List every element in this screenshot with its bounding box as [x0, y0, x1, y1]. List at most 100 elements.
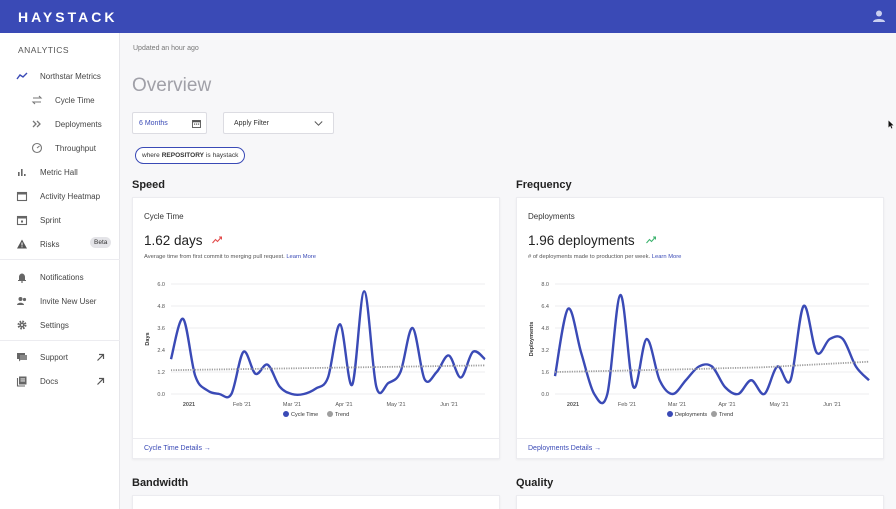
sidebar-item-notifications[interactable]: Notifications — [0, 268, 120, 286]
sidebar-item-docs[interactable]: Docs — [0, 372, 120, 390]
apply-filter-dropdown[interactable]: Apply Filter — [223, 112, 334, 134]
learn-more-link[interactable]: Learn More — [286, 254, 316, 260]
calendar-icon — [16, 190, 28, 202]
gear-icon — [16, 319, 28, 331]
sidebar-item-throughput[interactable]: Throughput — [0, 139, 120, 157]
deployments-card: Deployments 1.96 deployments # of deploy… — [516, 197, 884, 459]
card-description: Average time from first commit to mergin… — [144, 254, 316, 260]
card-description: # of deployments made to production per … — [528, 254, 681, 260]
legend-label: Cycle Time — [291, 412, 318, 418]
app-logo[interactable]: HAYSTACK — [18, 9, 117, 25]
learn-more-link[interactable]: Learn More — [652, 254, 682, 260]
x-tick-label: Apr '21 — [335, 402, 352, 408]
x-tick-label: Mar '21 — [283, 402, 301, 408]
trend-down-icon — [212, 236, 222, 244]
x-tick-label: May '21 — [386, 402, 405, 408]
calendar-icon — [192, 120, 201, 128]
card-description-text: # of deployments made to production per … — [528, 254, 651, 260]
warning-icon — [16, 238, 28, 250]
y-axis-label: Deployments — [529, 322, 535, 357]
y-tick-label: 0.0 — [157, 392, 165, 398]
card-value: 1.96 deployments — [528, 233, 635, 248]
cycle-time-details-link[interactable]: Cycle Time Details → — [144, 445, 211, 452]
beta-badge: Beta — [90, 237, 112, 248]
calendar-check-icon — [16, 214, 28, 226]
chat-icon — [16, 351, 28, 363]
sidebar-item-cycle-time[interactable]: Cycle Time — [0, 91, 120, 109]
top-bar: HAYSTACK — [0, 0, 896, 33]
sidebar-item-deployments[interactable]: Deployments — [0, 115, 120, 133]
legend-label: Trend — [719, 412, 733, 418]
sidebar-item-label: Sprint — [40, 215, 61, 225]
bandwidth-card — [132, 495, 500, 509]
series-line — [169, 290, 486, 399]
chip-prefix: where — [142, 152, 160, 159]
x-tick-label: Jun '21 — [440, 402, 458, 408]
updated-timestamp: Updated an hour ago — [133, 45, 199, 52]
deployments-details-link[interactable]: Deployments Details → — [528, 445, 601, 452]
add-user-icon — [16, 295, 28, 307]
sidebar-item-settings[interactable]: Settings — [0, 316, 120, 334]
sidebar: ANALYTICS Northstar Metrics Cycle Time D… — [0, 33, 120, 509]
sidebar-item-support[interactable]: Support — [0, 348, 120, 366]
sidebar-item-invite-new-user[interactable]: Invite New User — [0, 292, 120, 310]
x-tick-label: Feb '21 — [233, 402, 251, 408]
y-tick-label: 3.2 — [541, 348, 549, 354]
period-value: 6 Months — [139, 120, 168, 127]
y-tick-label: 8.0 — [541, 282, 549, 288]
quality-card — [516, 495, 884, 509]
sidebar-section-title: ANALYTICS — [18, 45, 70, 55]
bar-chart-icon — [16, 166, 28, 178]
sidebar-item-label: Settings — [40, 320, 69, 330]
y-tick-label: 0.0 — [541, 392, 549, 398]
period-selector[interactable]: 6 Months — [132, 112, 207, 134]
deployments-chart: 0.0 1.6 3.2 4.8 6.4 8.0 Deployments 2021 Feb '21… — [529, 282, 870, 418]
sidebar-item-label: Notifications — [40, 272, 84, 282]
sidebar-divider — [0, 340, 120, 341]
x-tick-label: 2021 — [567, 402, 579, 408]
x-tick-label: Feb '21 — [618, 402, 636, 408]
filter-chip[interactable]: where REPOSITORY is haystack — [135, 147, 246, 164]
chip-value: haystack — [212, 152, 239, 159]
sidebar-item-sprint[interactable]: Sprint — [0, 211, 120, 229]
apply-filter-label: Apply Filter — [234, 120, 270, 127]
card-title: Cycle Time — [144, 212, 184, 221]
sidebar-item-label: Docs — [40, 376, 59, 386]
y-tick-label: 6.4 — [541, 304, 549, 310]
legend-marker — [711, 411, 717, 417]
card-title: Deployments — [528, 212, 575, 221]
sidebar-item-risks[interactable]: Risks Beta — [0, 235, 120, 253]
y-tick-label: 2.4 — [157, 348, 165, 354]
double-chevron-icon — [31, 118, 43, 130]
cycle-time-chart: 0.0 1.2 2.4 3.6 4.8 6.0 Days 2021 Feb '21 Mar '21… — [145, 282, 486, 418]
legend-marker — [667, 411, 673, 417]
y-tick-label: 1.2 — [157, 370, 165, 376]
section-title-quality: Quality — [516, 477, 554, 489]
card-value: 1.62 days — [144, 233, 203, 248]
sidebar-item-label: Northstar Metrics — [40, 71, 101, 81]
sidebar-item-label: Cycle Time — [55, 95, 95, 105]
sidebar-item-northstar-metrics[interactable]: Northstar Metrics — [0, 67, 120, 85]
y-tick-label: 3.6 — [157, 326, 165, 332]
page-title: Overview — [132, 75, 212, 96]
y-tick-label: 1.6 — [541, 370, 549, 376]
chevron-down-icon — [314, 121, 323, 126]
y-tick-label: 6.0 — [157, 282, 165, 288]
sidebar-item-activity-heatmap[interactable]: Activity Heatmap — [0, 187, 120, 205]
series-line — [553, 293, 870, 405]
legend-label: Trend — [335, 412, 349, 418]
chip-key: REPOSITORY — [161, 152, 204, 159]
legend-marker — [283, 411, 289, 417]
card-footer-divider — [517, 438, 883, 439]
external-link-icon — [97, 377, 105, 385]
user-account-icon[interactable] — [872, 9, 886, 23]
bell-icon — [16, 271, 28, 283]
sidebar-item-metric-hall[interactable]: Metric Hall — [0, 163, 120, 181]
mouse-cursor-icon — [888, 120, 894, 129]
trend-up-icon — [646, 236, 656, 244]
x-tick-label: 2021 — [183, 402, 195, 408]
x-tick-label: Jun '21 — [823, 402, 841, 408]
x-tick-label: Mar '21 — [668, 402, 686, 408]
legend-label: Deployments — [675, 412, 707, 418]
y-tick-label: 4.8 — [541, 326, 549, 332]
